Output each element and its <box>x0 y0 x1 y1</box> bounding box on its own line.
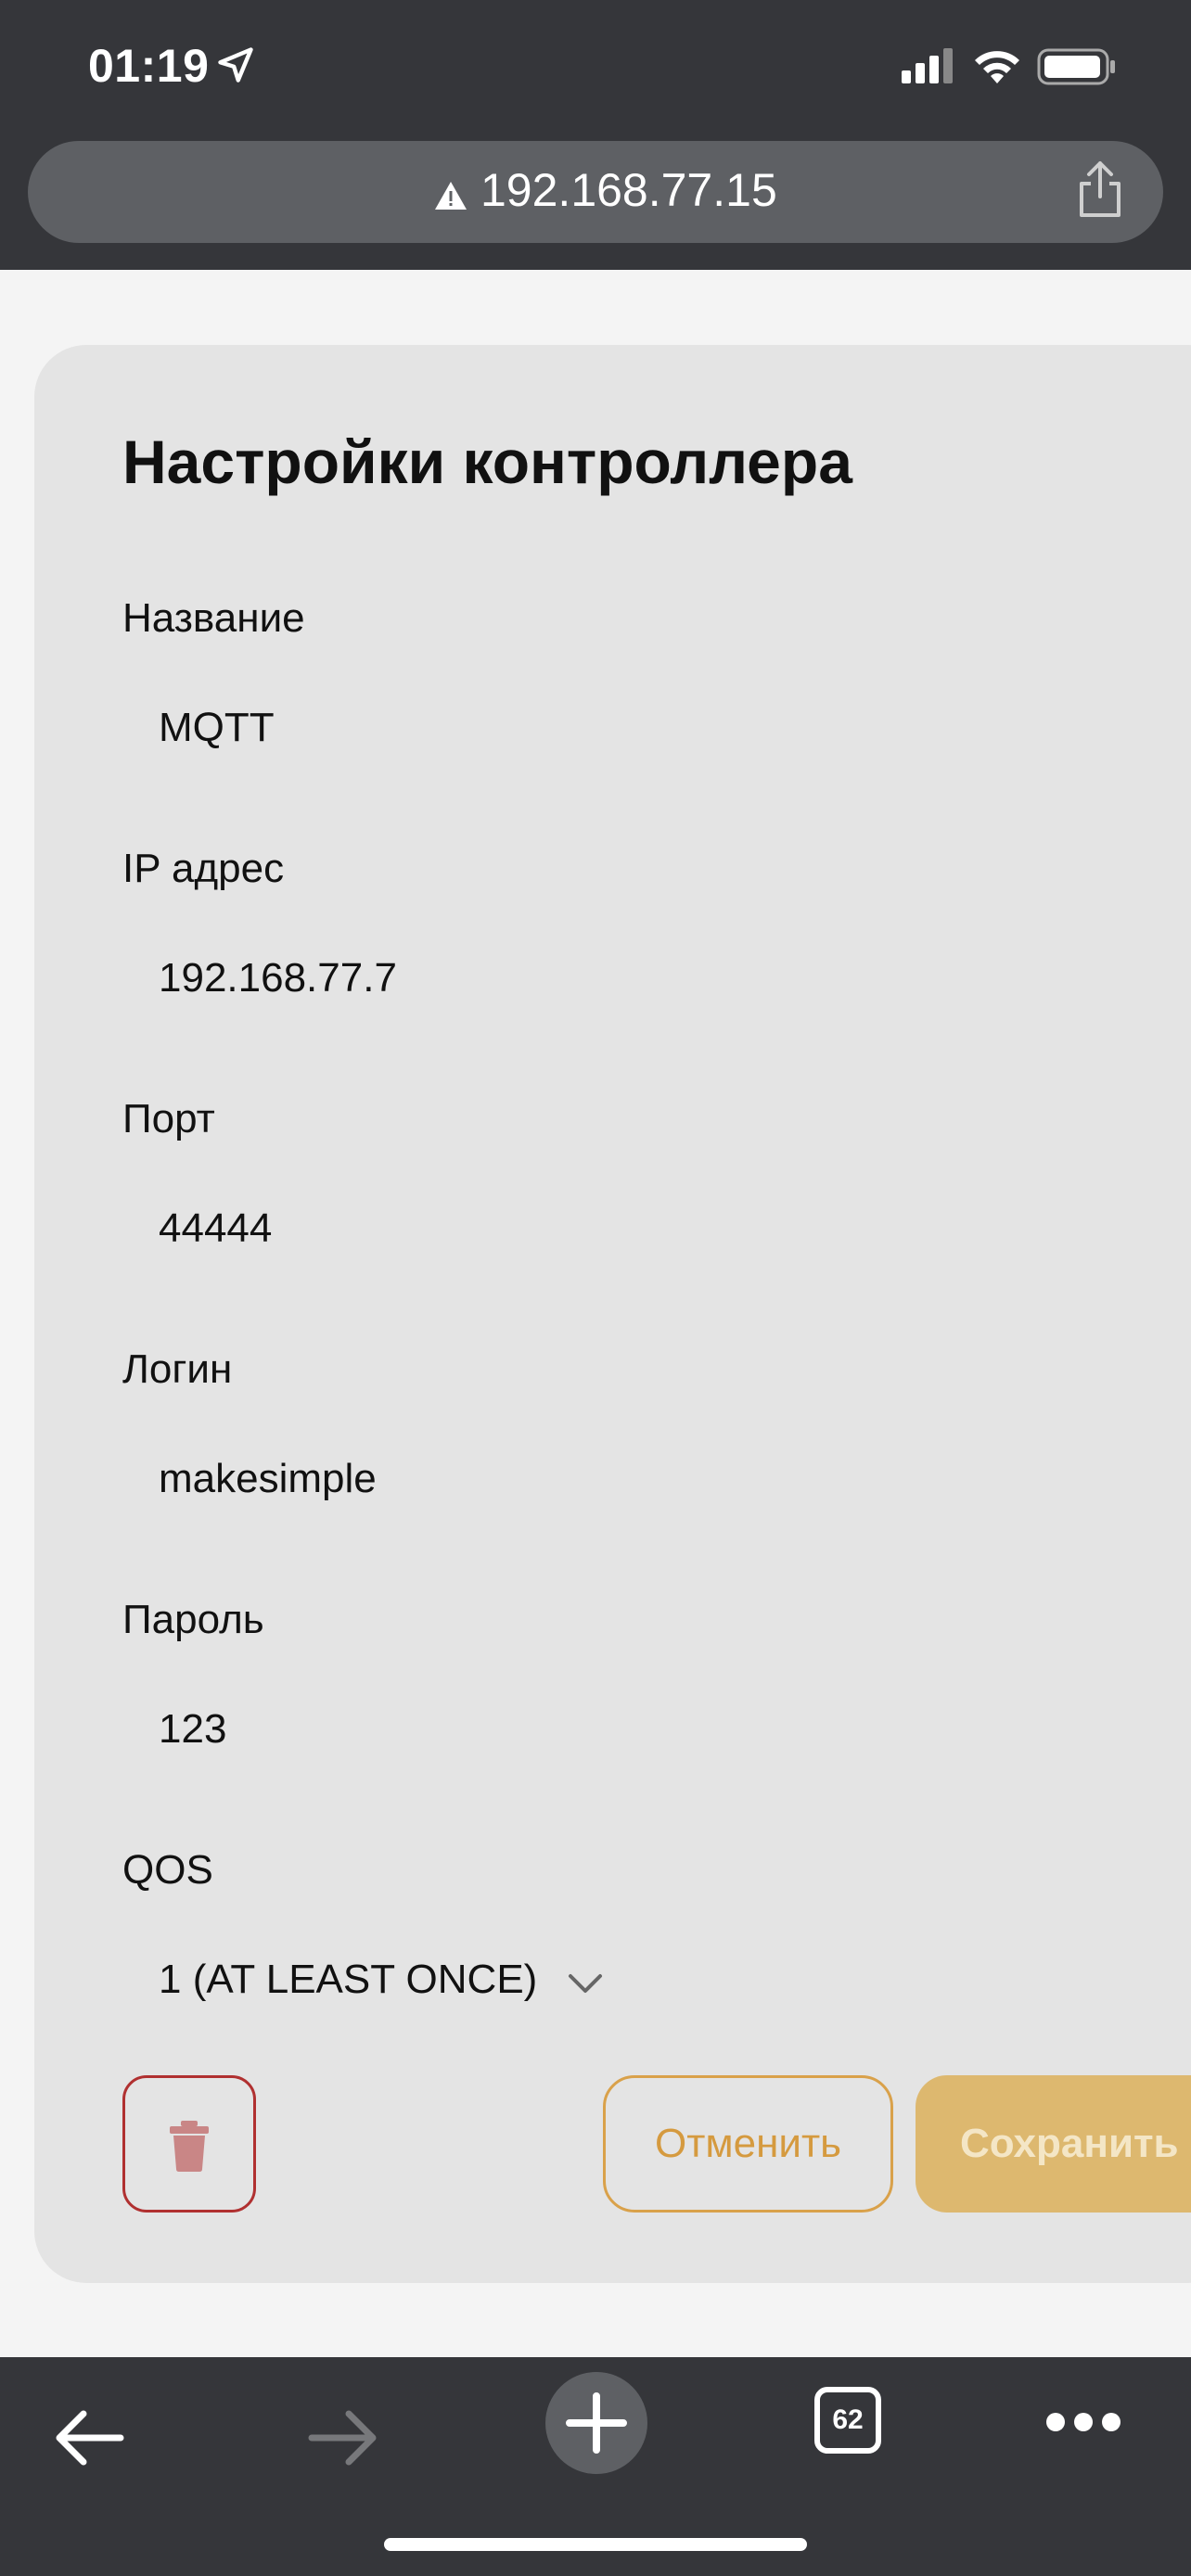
forward-arrow-icon[interactable] <box>306 2408 380 2468</box>
share-icon[interactable] <box>1076 159 1124 219</box>
controller-settings-card: Настройки контроллера Название MQTT IP а… <box>34 345 1191 2283</box>
battery-icon <box>1037 48 1115 85</box>
plus-icon <box>566 2392 627 2454</box>
tabs-button[interactable]: 62 <box>814 2387 881 2454</box>
name-label: Название <box>122 595 305 641</box>
login-input[interactable]: makesimple <box>159 1456 377 1502</box>
more-icon[interactable] <box>1044 2411 1122 2433</box>
new-tab-button[interactable] <box>545 2372 647 2474</box>
chevron-down-icon[interactable] <box>567 1970 604 1996</box>
ip-address-input[interactable]: 192.168.77.7 <box>159 955 397 1001</box>
cellular-signal-icon <box>902 48 953 83</box>
ip-address-label: IP адрес <box>122 846 285 891</box>
url-text: 192.168.77.15 <box>480 164 777 216</box>
qos-select[interactable]: 1 (AT LEAST ONCE) <box>159 1957 537 2003</box>
home-indicator <box>384 2538 807 2551</box>
port-input[interactable]: 44444 <box>159 1205 272 1252</box>
trash-icon <box>170 2121 209 2172</box>
password-label: Пароль <box>122 1597 264 1642</box>
login-label: Логин <box>122 1346 233 1392</box>
password-input[interactable]: 123 <box>159 1706 226 1753</box>
location-arrow-icon <box>218 47 253 83</box>
delete-button[interactable] <box>122 2075 256 2213</box>
save-button[interactable]: Сохранить <box>916 2075 1191 2213</box>
page-title: Настройки контроллера <box>122 427 852 496</box>
address-bar[interactable]: 192.168.77.15 <box>28 141 1163 243</box>
port-label: Порт <box>122 1096 215 1141</box>
wifi-icon <box>975 51 1019 83</box>
back-arrow-icon[interactable] <box>52 2408 126 2468</box>
warning-icon <box>435 182 467 210</box>
cancel-button[interactable]: Отменить <box>603 2075 893 2213</box>
qos-label: QOS <box>122 1847 213 1893</box>
status-time: 01:19 <box>88 40 210 92</box>
name-input[interactable]: MQTT <box>159 705 275 751</box>
top-browser-chrome: 01:19 192.168.77.15 <box>0 0 1191 270</box>
